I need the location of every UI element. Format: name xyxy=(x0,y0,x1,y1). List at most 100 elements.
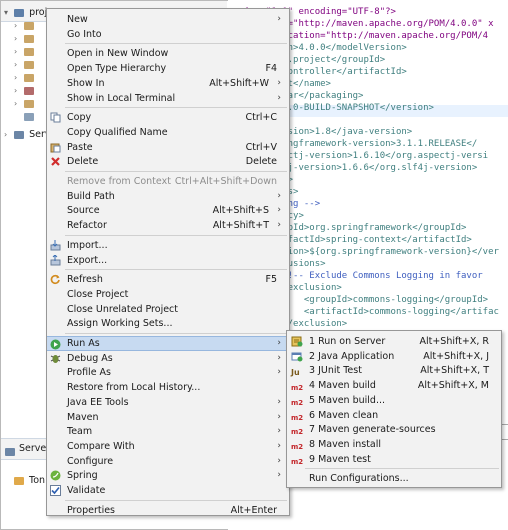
refresh-icon xyxy=(50,274,61,285)
context-menu: New › Go Into Open in New Window Open Type H… xyxy=(46,8,290,516)
maven-icon: m2 xyxy=(291,457,304,466)
paste-icon xyxy=(50,142,61,153)
menu-item-source[interactable]: Source Alt+Shift+S › xyxy=(47,203,289,218)
menu-item-shortcut: Alt+Shift+S xyxy=(212,205,269,217)
menu-item-label: Build Path xyxy=(67,190,115,202)
submenu-arrow-icon: › xyxy=(277,367,281,378)
menu-item-paste[interactable]: Paste Ctrl+V xyxy=(47,140,289,155)
run-as-item-1-run-on-server[interactable]: 1 Run on Server Alt+Shift+X, R xyxy=(287,334,501,349)
menu-item-export[interactable]: Export... xyxy=(47,253,289,268)
expand-icon[interactable]: › xyxy=(14,72,21,84)
menu-item-label: 2 Java Application xyxy=(309,350,395,362)
run-as-item-3-junit-test[interactable]: Ju 3 JUnit Test Alt+Shift+X, T xyxy=(287,363,501,378)
menu-item-build-path[interactable]: Build Path › xyxy=(47,189,289,204)
menu-item-show-in[interactable]: Show In Alt+Shift+W › xyxy=(47,76,289,91)
collapse-icon[interactable]: ▾ xyxy=(4,7,11,19)
menu-item-label: Properties xyxy=(67,504,116,516)
menu-item-profile-as[interactable]: Profile As › xyxy=(47,365,289,380)
submenu-arrow-icon: › xyxy=(277,426,281,437)
tree-item[interactable]: › xyxy=(14,98,36,110)
tree-item[interactable]: › xyxy=(14,85,36,97)
menu-item-close-unrelated-project[interactable]: Close Unrelated Project xyxy=(47,302,289,317)
menu-item-copy-qualified-name[interactable]: Copy Qualified Name xyxy=(47,125,289,140)
menu-item-shortcut: Alt+Shift+T xyxy=(212,220,269,232)
menu-item-new[interactable]: New › xyxy=(47,12,289,27)
expand-icon[interactable]: › xyxy=(14,59,21,71)
tree-item[interactable]: › xyxy=(14,20,36,32)
maven-icon: m2 xyxy=(291,428,304,437)
menu-item-label: 8 Maven install xyxy=(309,438,382,450)
menu-item-close-project[interactable]: Close Project xyxy=(47,287,289,302)
menu-item-label: Copy Qualified Name xyxy=(67,126,168,138)
menu-item-label: Import... xyxy=(67,239,108,251)
run-as-item-5-maven-build[interactable]: m2 5 Maven build... xyxy=(287,393,501,408)
menu-item-import[interactable]: Import... xyxy=(47,238,289,253)
tree-item[interactable]: › xyxy=(14,72,36,84)
import-icon xyxy=(50,239,61,251)
menu-item-shortcut: F5 xyxy=(265,274,277,286)
menu-item-validate[interactable]: Validate xyxy=(47,483,289,498)
menu-item-label: Java EE Tools xyxy=(67,396,129,408)
tree-item[interactable]: › xyxy=(14,46,36,58)
menu-item-label: 5 Maven build... xyxy=(309,394,386,406)
maven-icon: m2 xyxy=(291,398,304,407)
run-as-item-9-maven-test[interactable]: m2 9 Maven test xyxy=(287,452,501,467)
menu-item-label: Open in New Window xyxy=(67,48,169,60)
menu-item-label: Run As xyxy=(67,338,100,349)
menu-item-assign-working-sets[interactable]: Assign Working Sets... xyxy=(47,316,289,331)
expand-icon[interactable]: › xyxy=(14,46,21,58)
submenu-arrow-icon: › xyxy=(277,338,281,348)
submenu-arrow-icon: › xyxy=(277,470,281,481)
menu-item-shortcut: Alt+Shift+X, R xyxy=(419,336,489,347)
run-as-item-run-configurations[interactable]: Run Configurations... xyxy=(287,471,501,486)
menu-item-properties[interactable]: Properties Alt+Enter xyxy=(47,503,289,518)
run-as-item-6-maven-clean[interactable]: m2 6 Maven clean xyxy=(287,408,501,423)
run-as-item-4-maven-build[interactable]: m2 4 Maven build Alt+Shift+X, M xyxy=(287,378,501,393)
tree-item-servers[interactable]: › Serv xyxy=(4,129,50,141)
menu-item-delete[interactable]: Delete Delete xyxy=(47,154,289,169)
tomcat-server-row[interactable]: Ton xyxy=(14,475,45,487)
expand-icon[interactable]: › xyxy=(14,85,21,97)
tree-item[interactable]: › xyxy=(14,33,36,45)
menu-item-open-in-new-window[interactable]: Open in New Window xyxy=(47,46,289,61)
menu-item-label: 7 Maven generate-sources xyxy=(309,424,436,436)
menu-item-shortcut: F4 xyxy=(265,63,277,75)
menu-item-show-in-local-terminal[interactable]: Show in Local Terminal › xyxy=(47,91,289,106)
menu-item-configure[interactable]: Configure › xyxy=(47,454,289,469)
menu-item-label: Refresh xyxy=(67,274,103,286)
menu-item-go-into[interactable]: Go Into xyxy=(47,27,289,42)
tree-item[interactable] xyxy=(14,111,36,123)
submenu-arrow-icon: › xyxy=(277,205,281,216)
expand-icon[interactable]: › xyxy=(4,129,11,141)
menu-item-label: Profile As xyxy=(67,367,112,379)
run-as-submenu: 1 Run on Server Alt+Shift+X, R 2 Java Appl… xyxy=(286,330,502,488)
menu-item-remove-from-context[interactable]: Remove from Context Ctrl+Alt+Shift+Down xyxy=(47,174,289,189)
menu-item-maven[interactable]: Maven › xyxy=(47,410,289,425)
menu-separator xyxy=(65,269,287,271)
tree-root-project[interactable]: ▾ proj xyxy=(4,7,47,19)
menu-item-team[interactable]: Team › xyxy=(47,424,289,439)
maven-icon: m2 xyxy=(291,384,304,393)
menu-separator xyxy=(65,171,287,172)
menu-item-restore-from-local-history[interactable]: Restore from Local History... xyxy=(47,380,289,395)
library-icon xyxy=(24,86,35,95)
menu-item-debug-as[interactable]: Debug As › xyxy=(47,351,289,366)
run-as-item-7-maven-generate-sources[interactable]: m2 7 Maven generate-sources xyxy=(287,422,501,437)
menu-item-shortcut: Ctrl+Alt+Shift+Down xyxy=(174,176,277,187)
menu-item-open-type-hierarchy[interactable]: Open Type Hierarchy F4 xyxy=(47,61,289,76)
menu-item-refactor[interactable]: Refactor Alt+Shift+T › xyxy=(47,218,289,233)
tree-item[interactable]: › xyxy=(14,59,36,71)
menu-item-java-ee-tools[interactable]: Java EE Tools › xyxy=(47,395,289,410)
menu-item-shortcut: Ctrl+V xyxy=(245,141,277,153)
run-as-item-8-maven-install[interactable]: m2 8 Maven install xyxy=(287,437,501,452)
run-as-item-2-java-application[interactable]: 2 Java Application Alt+Shift+X, J xyxy=(287,349,501,364)
expand-icon[interactable]: › xyxy=(14,20,21,32)
expand-icon[interactable]: › xyxy=(14,98,21,110)
menu-item-refresh[interactable]: Refresh F5 xyxy=(47,272,289,287)
spring-icon xyxy=(50,470,61,481)
menu-item-run-as[interactable]: Run As › xyxy=(47,336,289,351)
menu-item-compare-with[interactable]: Compare With › xyxy=(47,439,289,454)
expand-icon[interactable]: › xyxy=(14,33,21,45)
menu-item-spring[interactable]: Spring › xyxy=(47,468,289,483)
menu-item-copy[interactable]: Copy Ctrl+C xyxy=(47,110,289,125)
